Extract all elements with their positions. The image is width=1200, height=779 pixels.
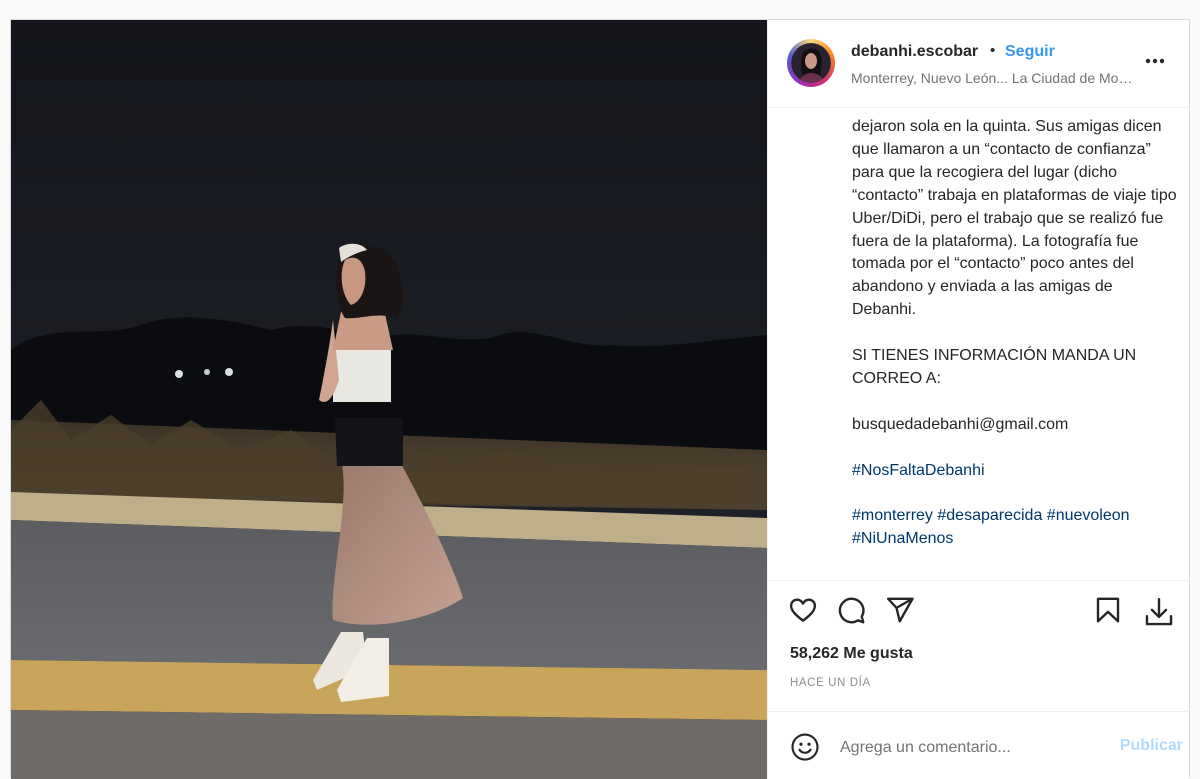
- publish-button[interactable]: Publicar: [1120, 737, 1183, 755]
- more-options-button[interactable]: [1141, 47, 1169, 75]
- hashtag-link[interactable]: #desaparecida: [937, 507, 1042, 524]
- likes-count[interactable]: 58,262 Me gusta: [790, 645, 913, 663]
- smiley-icon: [791, 733, 819, 761]
- bookmark-icon: [1096, 597, 1120, 623]
- post-header: debanhi.escobar • Seguir Monterrey, Nuev…: [768, 20, 1191, 108]
- hashtag-link[interactable]: #monterrey: [852, 507, 933, 524]
- header-separator: •: [990, 42, 996, 59]
- share-button[interactable]: [885, 595, 915, 625]
- post-caption: dejaron sola en la quinta. Sus amigas di…: [852, 116, 1180, 568]
- download-button[interactable]: [1142, 595, 1173, 626]
- more-horizontal-icon: [1145, 58, 1165, 64]
- post-actions: [768, 580, 1191, 636]
- hashtag-link[interactable]: #NosFaltaDebanhi: [852, 462, 985, 479]
- post-photo[interactable]: [11, 20, 767, 779]
- download-icon: [1145, 598, 1173, 626]
- hashtag-link[interactable]: #NiUnaMenos: [852, 530, 953, 547]
- comment-icon: [838, 597, 865, 624]
- comment-input[interactable]: [838, 732, 1092, 764]
- avatar-image: [791, 43, 831, 83]
- comment-bar: Publicar: [768, 711, 1191, 779]
- location-link[interactable]: Monterrey, Nuevo León... La Ciudad de Mo…: [851, 70, 1136, 86]
- post-timestamp[interactable]: HACE UN DÍA: [790, 677, 871, 689]
- like-button[interactable]: [788, 595, 818, 625]
- post-sidebar: debanhi.escobar • Seguir Monterrey, Nuev…: [767, 20, 1191, 779]
- username-link[interactable]: debanhi.escobar: [851, 43, 978, 61]
- instagram-post: debanhi.escobar • Seguir Monterrey, Nuev…: [10, 19, 1191, 779]
- caption-email: busquedadebanhi@gmail.com: [852, 415, 1069, 433]
- follow-button[interactable]: Seguir: [1005, 43, 1055, 61]
- caption-paragraph: dejaron sola en la quinta. Sus amigas di…: [852, 118, 1177, 319]
- caption-info: SI TIENES INFORMACIÓN MANDA UN CORREO A:: [852, 347, 1141, 387]
- avatar[interactable]: [787, 39, 835, 87]
- hashtag-link[interactable]: #nuevoleon: [1047, 507, 1130, 524]
- emoji-button[interactable]: [790, 732, 820, 762]
- night-road-photo: [11, 20, 767, 779]
- heart-icon: [789, 598, 817, 622]
- save-button[interactable]: [1093, 595, 1123, 625]
- paper-plane-icon: [886, 597, 914, 623]
- comment-button[interactable]: [836, 595, 866, 625]
